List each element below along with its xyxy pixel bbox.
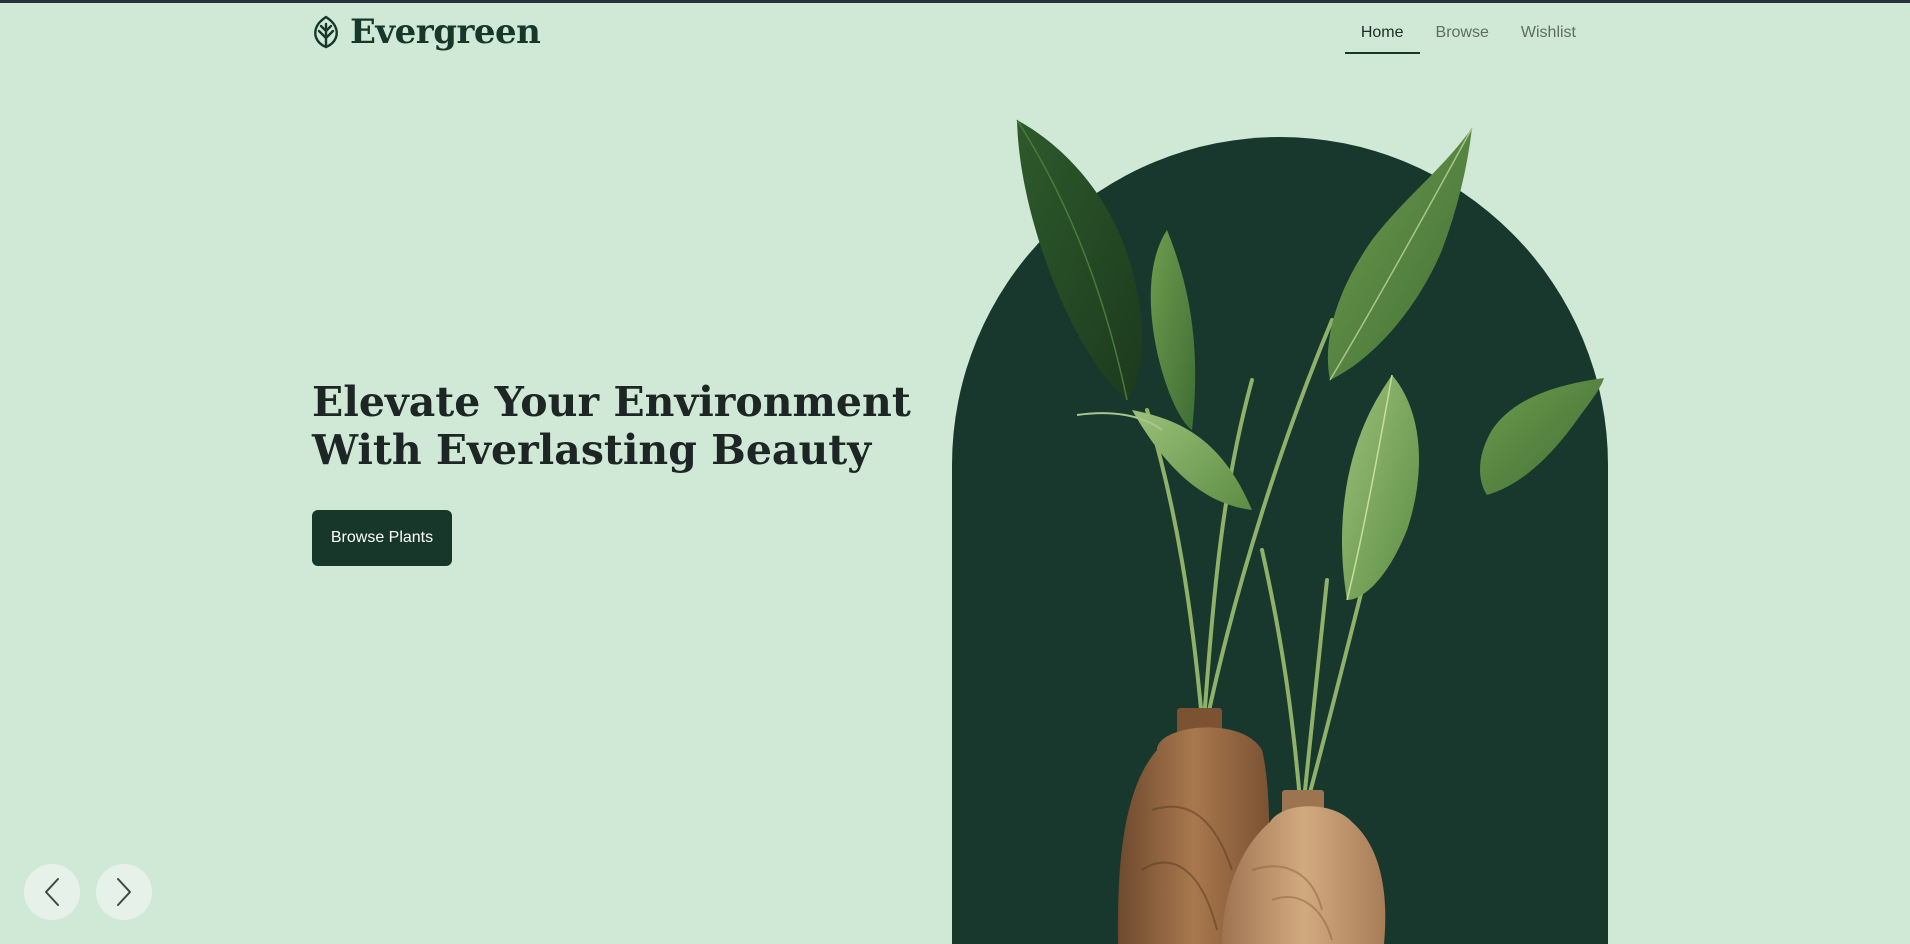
nav-wishlist[interactable]: Wishlist <box>1505 20 1592 54</box>
carousel-prev-button[interactable] <box>24 864 80 920</box>
chevron-right-icon <box>117 878 131 906</box>
carousel-next-button[interactable] <box>96 864 152 920</box>
hero-plant-image <box>1016 119 1604 944</box>
headline-line-1: Elevate Your Environment <box>312 378 911 426</box>
nav-browse[interactable]: Browse <box>1420 20 1505 54</box>
main-nav: Home Browse Wishlist <box>1344 20 1592 54</box>
chevron-left-icon <box>45 878 59 906</box>
top-border <box>0 0 1910 3</box>
brand-logo[interactable]: Evergreen <box>310 12 541 52</box>
hero-headline: Elevate Your Environment With Everlastin… <box>312 378 932 474</box>
brand-name: Evergreen <box>350 12 541 52</box>
headline-line-2: With Everlasting Beauty <box>312 426 872 474</box>
leaf-icon <box>314 15 338 49</box>
nav-home[interactable]: Home <box>1344 20 1420 54</box>
browse-plants-button[interactable]: Browse Plants <box>312 510 452 566</box>
